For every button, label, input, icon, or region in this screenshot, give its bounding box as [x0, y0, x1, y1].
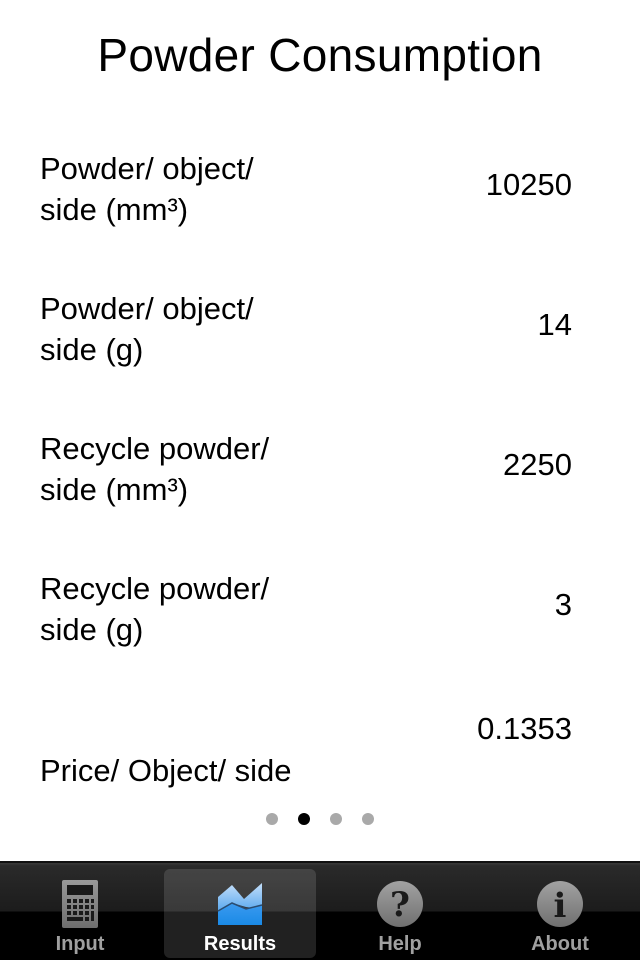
tab-label: Input — [55, 933, 105, 955]
result-label: Powder/ object/ side (mm³) — [40, 151, 254, 227]
result-value: 3 — [554, 587, 572, 622]
results-screen: Powder Consumption Powder/ object/ side … — [0, 0, 640, 960]
page-dot-2-active[interactable] — [298, 813, 310, 825]
svg-text:i: i — [554, 886, 567, 926]
result-row-price: Price/ Object/ side 0.1353 — [40, 708, 572, 798]
result-row-recycle-weight: Recycle powder/ side (g) 3 — [40, 568, 572, 658]
tab-bar: Input Results ? Help i About — [0, 861, 640, 960]
tab-about[interactable]: i About — [480, 863, 640, 960]
result-row-powder-weight: Powder/ object/ side (g) 14 — [40, 288, 572, 378]
result-label: Recycle powder/ side (g) — [40, 571, 270, 647]
calculator-icon — [55, 879, 105, 929]
question-icon: ? — [375, 879, 425, 929]
result-label: Recycle powder/ side (mm³) — [40, 431, 270, 507]
page-dot-3[interactable] — [330, 813, 342, 825]
page-dot-4[interactable] — [362, 813, 374, 825]
result-value: 2250 — [503, 447, 572, 482]
page-control[interactable] — [0, 813, 640, 825]
area-chart-icon — [215, 879, 265, 929]
result-row-powder-volume: Powder/ object/ side (mm³) 10250 — [40, 148, 572, 238]
tab-label: Help — [378, 933, 422, 955]
tab-help[interactable]: ? Help — [320, 863, 480, 960]
svg-text:?: ? — [390, 885, 410, 925]
tab-results[interactable]: Results — [160, 863, 320, 960]
page-dot-1[interactable] — [266, 813, 278, 825]
result-label: Price/ Object/ side — [40, 753, 292, 788]
result-value: 14 — [537, 307, 572, 342]
tab-label: Results — [203, 933, 277, 955]
result-label: Powder/ object/ side (g) — [40, 291, 254, 367]
result-value: 0.1353 — [477, 711, 572, 746]
page-title: Powder Consumption — [97, 29, 543, 81]
result-value: 10250 — [485, 167, 572, 202]
result-row-recycle-volume: Recycle powder/ side (mm³) 2250 — [40, 428, 572, 518]
tab-input[interactable]: Input — [0, 863, 160, 960]
tab-label: About — [531, 933, 589, 955]
info-icon: i — [535, 879, 585, 929]
